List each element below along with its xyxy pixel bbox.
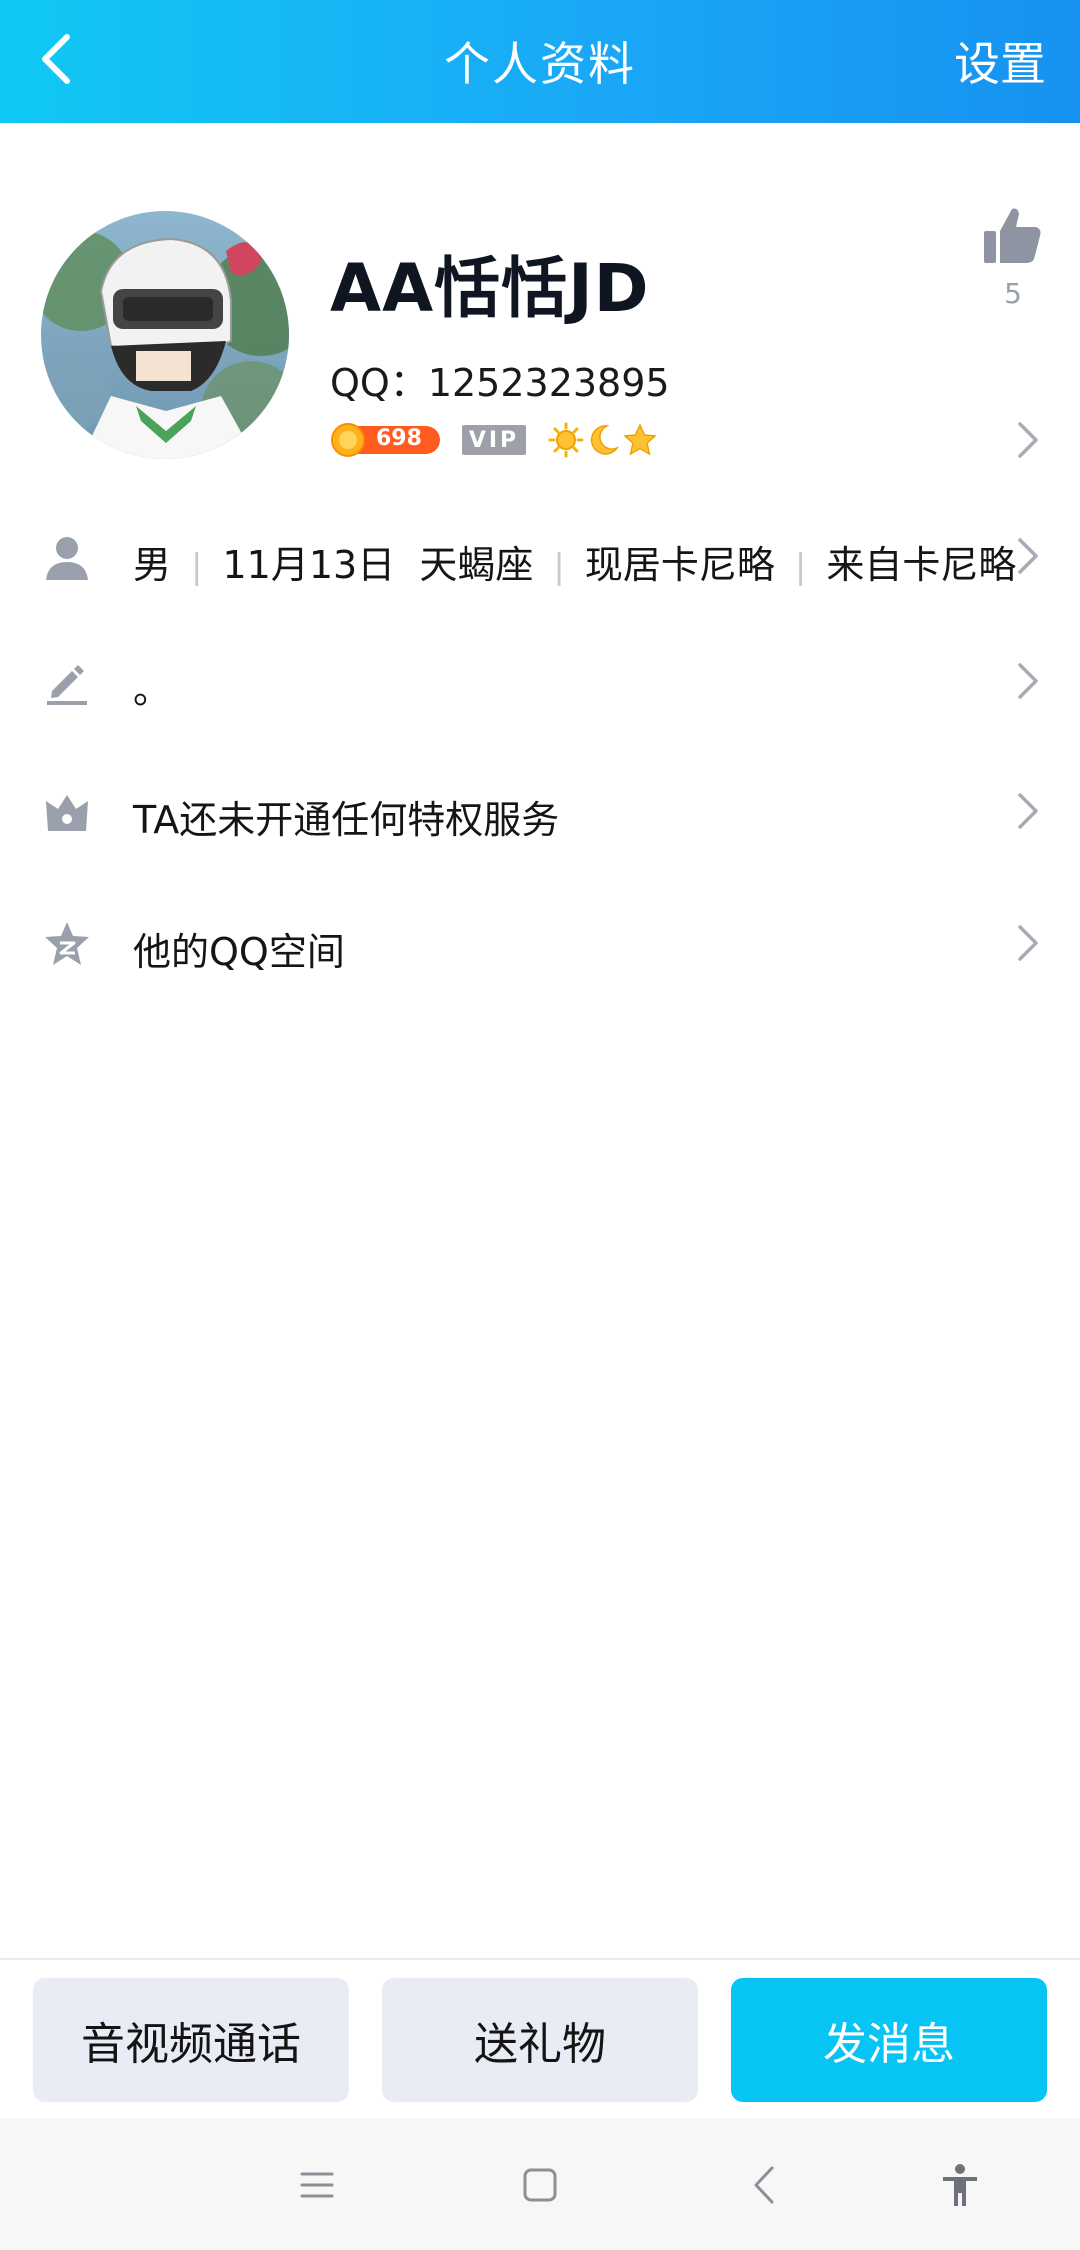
coin-badge: 698: [330, 423, 442, 457]
send-gift-button[interactable]: 送礼物: [382, 1978, 698, 2102]
signature-row[interactable]: 。: [0, 635, 1080, 725]
crown-icon: [46, 795, 88, 831]
video-call-button[interactable]: 音视频通话: [33, 1978, 349, 2102]
page-title: 个人资料: [444, 37, 636, 91]
sun-icon: [548, 422, 584, 458]
divider: |: [553, 547, 565, 587]
divider: [0, 1958, 1080, 1960]
qzone-text: 他的QQ空间: [133, 930, 345, 974]
vip-badge: VIP: [462, 425, 526, 455]
qq-number: QQ：1252323895: [330, 361, 670, 405]
settings-button[interactable]: 设置: [954, 28, 1046, 94]
residence: 现居卡尼略: [584, 543, 775, 587]
star-icon: [623, 423, 657, 456]
top-app-bar: 个人资料 设置: [0, 0, 1080, 123]
system-nav-bar: [0, 2118, 1080, 2250]
divider: |: [191, 547, 203, 587]
qzone-star-icon: [45, 922, 89, 965]
person-icon: [46, 537, 88, 580]
hometown: 来自卡尼略: [826, 543, 1017, 587]
coin-badge-value: 698: [376, 426, 422, 451]
send-message-button[interactable]: 发消息: [731, 1978, 1047, 2102]
basic-info-row[interactable]: 男 | 11月13日 天蝎座 | 现居卡尼略 | 来自卡尼略: [0, 510, 1080, 600]
divider: |: [794, 547, 807, 587]
menu-icon[interactable]: [292, 2160, 342, 2210]
basic-info-text: 男 | 11月13日 天蝎座 | 现居卡尼略 | 来自卡尼略: [133, 534, 1016, 589]
nav-back-icon[interactable]: [742, 2160, 792, 2210]
qzone-row[interactable]: 他的QQ空间: [0, 897, 1080, 987]
chevron-right-icon: [1018, 925, 1038, 961]
moon-icon: [590, 425, 620, 455]
like-button[interactable]: 5: [980, 205, 1046, 310]
avatar[interactable]: [41, 211, 289, 459]
privilege-text: TA还未开通任何特权服务: [133, 798, 560, 842]
chevron-right-icon: [1018, 538, 1038, 574]
gender: 男: [133, 543, 172, 587]
privilege-row[interactable]: TA还未开通任何特权服务: [0, 765, 1080, 855]
signature-text: 。: [133, 668, 172, 712]
edit-icon: [47, 665, 87, 705]
chevron-right-icon[interactable]: [1016, 420, 1040, 460]
like-count: 5: [1004, 277, 1022, 310]
nickname: AA恬恬JD: [330, 250, 650, 327]
birthday-sign: 11月13日 天蝎座: [222, 543, 534, 587]
home-square-icon[interactable]: [515, 2160, 565, 2210]
accessibility-icon[interactable]: [935, 2160, 985, 2210]
chevron-right-icon: [1018, 663, 1038, 699]
thumbs-up-icon: [984, 208, 1041, 263]
badge-row[interactable]: 698 VIP: [330, 420, 659, 460]
chevron-right-icon: [1018, 793, 1038, 829]
